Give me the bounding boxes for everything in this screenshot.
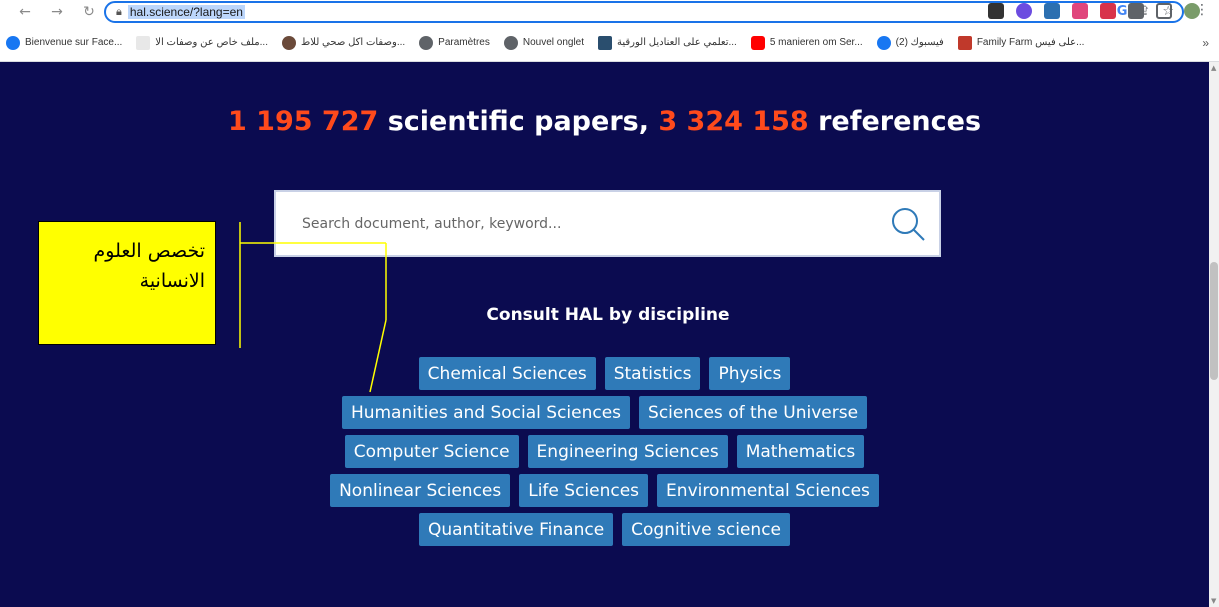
bookmark-item[interactable]: Nouvel onglet: [503, 35, 584, 50]
bookmark-item[interactable]: ملف خاص عن وصفات الا...: [136, 35, 268, 50]
back-arrow-icon[interactable]: ←: [14, 1, 36, 23]
annotation-line-2: الانسانية: [139, 270, 205, 292]
discipline-row: Quantitative Finance Cognitive science: [0, 513, 1209, 546]
facebook-icon: [876, 35, 891, 50]
youtube-icon: [750, 35, 765, 50]
discipline-nonlinear-sciences[interactable]: Nonlinear Sciences: [330, 474, 511, 507]
extension-icon[interactable]: [988, 3, 1004, 19]
discipline-environmental-sciences[interactable]: Environmental Sciences: [657, 474, 879, 507]
discipline-mathematics[interactable]: Mathematics: [736, 435, 865, 468]
site-favicon-icon: [281, 35, 296, 50]
bookmark-item[interactable]: Paramètres: [419, 35, 490, 50]
discipline-physics[interactable]: Physics: [709, 357, 791, 390]
globe-icon: [503, 35, 518, 50]
discipline-row: Computer Science Engineering Sciences Ma…: [0, 435, 1209, 468]
search-input[interactable]: [302, 215, 877, 232]
facebook-icon: [6, 35, 20, 50]
scroll-up-arrow-icon[interactable]: ▲: [1211, 64, 1216, 72]
bookmark-item[interactable]: Bienvenue sur Face...: [6, 35, 122, 50]
reload-icon[interactable]: ↻: [78, 1, 100, 23]
bookmarks-bar: Bienvenue sur Face... ملف خاص عن وصفات ا…: [0, 24, 1219, 62]
papers-label: scientific papers,: [378, 106, 659, 137]
bookmark-item[interactable]: 5 manieren om Ser...: [750, 35, 863, 50]
page-scrollbar[interactable]: ▲ ▼: [1209, 62, 1219, 607]
site-favicon-icon: [957, 35, 972, 50]
bookmark-item[interactable]: تعلمي على العناديل الورقية...: [598, 35, 737, 50]
extension-icon[interactable]: [1100, 3, 1116, 19]
discipline-row: Chemical Sciences Statistics Physics: [0, 357, 1209, 390]
search-icon: [892, 207, 925, 241]
hal-home-page: 1 195 727 scientific papers, 3 324 158 r…: [0, 62, 1209, 607]
search-button[interactable]: [877, 194, 939, 254]
kebab-menu-icon[interactable]: ⋮: [1195, 2, 1209, 18]
bookmarks-overflow-icon[interactable]: »: [1202, 36, 1209, 50]
discipline-engineering-sciences[interactable]: Engineering Sciences: [527, 435, 728, 468]
sidebar-icon[interactable]: [1156, 3, 1172, 19]
annotation-callout: تخصص العلوم الانسانية: [38, 221, 216, 345]
discipline-cognitive-science[interactable]: Cognitive science: [622, 513, 790, 546]
extension-icon[interactable]: [1016, 3, 1032, 19]
extension-icon[interactable]: [1072, 3, 1088, 19]
discipline-quantitative-finance[interactable]: Quantitative Finance: [418, 513, 614, 546]
puzzle-icon[interactable]: [1128, 3, 1144, 19]
discipline-row: Nonlinear Sciences Life Sciences Environ…: [0, 474, 1209, 507]
bookmark-item[interactable]: وصفات اكل صحي للاط...: [281, 35, 405, 50]
annotation-line-1: تخصص العلوم: [93, 240, 205, 262]
gear-icon: [419, 35, 434, 50]
url-text[interactable]: hal.science/?lang=en: [127, 5, 245, 19]
discipline-row: Humanities and Social Sciences Sciences …: [0, 396, 1209, 429]
discipline-sciences-of-the-universe[interactable]: Sciences of the Universe: [639, 396, 868, 429]
site-favicon-icon: [136, 35, 151, 50]
discipline-life-sciences[interactable]: Life Sciences: [519, 474, 649, 507]
extension-icon[interactable]: [1044, 3, 1060, 19]
scroll-down-arrow-icon[interactable]: ▼: [1211, 597, 1216, 605]
lock-icon[interactable]: 🔒︎: [116, 5, 122, 19]
discipline-humanities-social-sciences[interactable]: Humanities and Social Sciences: [341, 396, 631, 429]
browser-toolbar: ← → ↻ 🔒︎ hal.science/?lang=en G ⇪ ☆ ⋮: [0, 0, 1219, 24]
site-favicon-icon: [598, 35, 613, 50]
bookmark-item[interactable]: Family Farm على فيس...: [957, 35, 1084, 50]
discipline-chemical-sciences[interactable]: Chemical Sciences: [418, 357, 596, 390]
scroll-thumb[interactable]: [1210, 262, 1218, 380]
page-title: 1 195 727 scientific papers, 3 324 158 r…: [0, 106, 1209, 137]
forward-arrow-icon[interactable]: →: [46, 1, 68, 23]
search-box: [274, 190, 941, 257]
papers-count: 1 195 727: [227, 106, 379, 137]
references-count: 3 324 158: [658, 106, 809, 137]
bookmark-item[interactable]: (2) فيسبوك: [876, 35, 944, 50]
discipline-statistics[interactable]: Statistics: [604, 357, 701, 390]
references-label: references: [808, 106, 982, 137]
discipline-computer-science[interactable]: Computer Science: [344, 435, 519, 468]
